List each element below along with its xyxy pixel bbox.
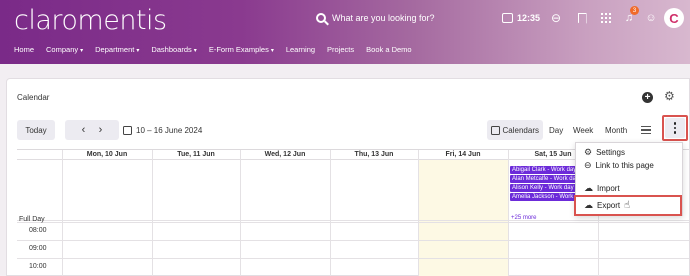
time-label: 09:00	[29, 245, 47, 252]
calendar-icon	[491, 125, 500, 135]
page-title: Calendar	[17, 93, 50, 102]
clock-widget[interactable]: 12:35	[502, 9, 540, 27]
date-range-label: 10 – 16 June 2024	[136, 125, 203, 135]
cloud-upload-icon: ☁	[584, 183, 593, 193]
link-icon: ⊖	[584, 160, 592, 170]
menu-item-settings[interactable]: ⚙ Settings	[584, 147, 625, 158]
search-icon	[316, 13, 326, 23]
column-header: Mon, 10 Jun	[62, 150, 152, 160]
event-item[interactable]: Amelia Jackson - Work day	[510, 193, 580, 201]
date-range[interactable]: 10 – 16 June 2024	[123, 120, 202, 140]
prev-button[interactable]: ‹	[75, 124, 92, 136]
event-item[interactable]: Alison Kelly - Work day	[510, 184, 580, 192]
column-header: Thu, 13 Jun	[330, 150, 418, 160]
chevron-down-icon: ▾	[193, 48, 197, 54]
event-item[interactable]: Alan Metcalfe - Work day	[510, 175, 580, 183]
kebab-menu-icon	[665, 118, 685, 138]
nav-item-eform-examples[interactable]: E-Form Examples ▾	[209, 45, 274, 54]
nav-item-department[interactable]: Department ▾	[95, 45, 139, 54]
view-week-button[interactable]: Week	[573, 120, 593, 140]
chevron-down-icon: ▾	[270, 48, 274, 54]
next-button[interactable]: ›	[92, 124, 109, 136]
today-button[interactable]: Today	[17, 120, 55, 140]
gear-icon: ⚙	[584, 147, 593, 157]
full-day-label: Full Day	[19, 216, 45, 223]
menu-item-link[interactable]: ⊖ Link to this page	[584, 160, 654, 171]
top-header: claromentis What are you looking for? 12…	[0, 0, 690, 64]
hand-cursor-icon: ☝	[624, 200, 631, 211]
main-nav: Home Company ▾ Department ▾ Dashboards ▾ E-…	[14, 45, 412, 54]
calendars-button[interactable]: Calendars	[487, 120, 543, 140]
more-events-link[interactable]: +25 more	[511, 215, 537, 221]
notification-badge: 3	[630, 6, 639, 15]
column-header: Wed, 12 Jun	[240, 150, 330, 160]
nav-item-book-demo[interactable]: Book a Demo	[366, 45, 411, 54]
time-label: 08:00	[29, 227, 47, 234]
view-day-button[interactable]: Day	[549, 120, 563, 140]
search-bar[interactable]: What are you looking for?	[316, 13, 435, 23]
gear-icon[interactable]: ⚙	[664, 89, 675, 103]
menu-item-import[interactable]: ☁ Import	[584, 183, 620, 194]
add-event-button[interactable]: +	[642, 92, 653, 103]
chevron-down-icon: ▾	[136, 48, 140, 54]
view-month-button[interactable]: Month	[605, 120, 627, 140]
nav-item-projects[interactable]: Projects	[327, 45, 354, 54]
clock-time: 12:35	[517, 13, 541, 23]
link-icon[interactable]: ⊖	[547, 9, 565, 27]
list-view-icon[interactable]	[640, 120, 652, 140]
column-header: Tue, 11 Jun	[152, 150, 240, 160]
users-icon[interactable]: ☺	[642, 9, 660, 27]
calendar-icon	[123, 125, 132, 135]
chevron-down-icon: ▾	[80, 48, 84, 54]
event-item[interactable]: Abigail Clark - Work day	[510, 166, 580, 174]
more-options-button[interactable]	[662, 115, 688, 141]
date-navigation: ‹ ›	[65, 120, 119, 140]
app-logo[interactable]: claromentis	[14, 5, 167, 36]
search-placeholder: What are you looking for?	[332, 13, 435, 23]
column-header: Fri, 14 Jun	[418, 150, 508, 160]
calendar-icon	[502, 13, 513, 23]
time-label: 10:00	[29, 263, 47, 270]
nav-item-home[interactable]: Home	[14, 45, 34, 54]
brand-avatar-icon[interactable]: C	[664, 8, 684, 28]
nav-item-learning[interactable]: Learning	[286, 45, 315, 54]
apps-grid-icon[interactable]	[597, 9, 615, 27]
nav-item-company[interactable]: Company ▾	[46, 45, 83, 54]
nav-item-dashboards[interactable]: Dashboards ▾	[151, 45, 196, 54]
bookmark-icon[interactable]	[573, 9, 591, 27]
